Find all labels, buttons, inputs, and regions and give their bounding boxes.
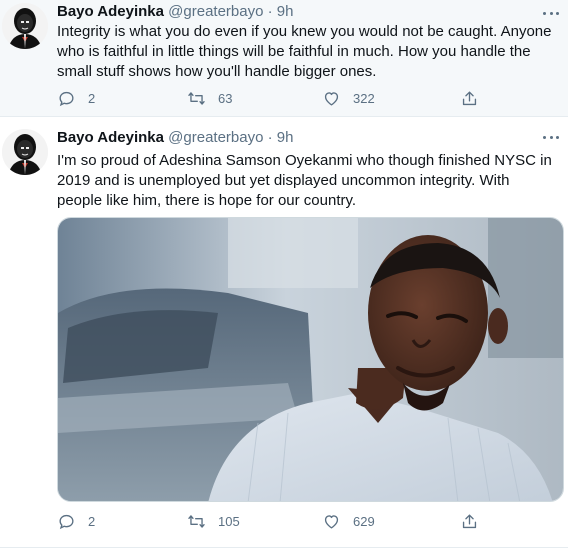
author-name[interactable]: Bayo Adeyinka [57,129,164,146]
tweet-2[interactable]: Bayo Adeyinka @greaterbayo · 9h I'm so p… [0,117,568,548]
tweet-text: I'm so proud of Adeshina Samson Oyekanmi… [57,152,552,209]
author-handle[interactable]: @greaterbayo [168,3,263,20]
like-count: 322 [353,91,375,106]
reply-icon [59,91,74,107]
reply-button[interactable]: 2 [57,89,95,108]
avatar[interactable] [2,129,48,175]
retweet-count: 105 [218,514,240,529]
reply-icon [59,514,74,530]
like-count: 629 [353,514,375,529]
timestamp[interactable]: 9h [277,3,294,20]
tweet-actions: 2 63 322 [57,89,497,109]
tweet-header: Bayo Adeyinka @greaterbayo · 9h [57,3,293,20]
timestamp[interactable]: 9h [277,129,294,146]
avatar[interactable] [2,3,48,49]
tweet-photo[interactable] [57,217,564,502]
more-icon[interactable] [542,6,560,20]
separator-dot: · [267,129,273,146]
tweet-text: Integrity is what you do even if you kne… [57,23,552,80]
heart-icon [324,92,339,106]
reply-count: 2 [88,91,96,106]
tweet-header: Bayo Adeyinka @greaterbayo · 9h [57,129,293,146]
share-button[interactable] [460,512,479,531]
retweet-button[interactable]: 105 [187,512,240,531]
more-icon[interactable] [542,130,560,144]
retweet-button[interactable]: 63 [187,89,232,108]
retweet-icon [188,92,205,105]
tweet-actions: 2 105 629 [57,512,497,532]
reply-button[interactable]: 2 [57,512,95,531]
share-icon [462,91,477,106]
heart-icon [324,515,339,529]
reply-count: 2 [88,514,96,529]
share-button[interactable] [460,89,479,108]
tweet-1[interactable]: Bayo Adeyinka @greaterbayo · 9h Integrit… [0,0,568,117]
retweet-icon [188,515,205,528]
share-icon [462,514,477,529]
author-name[interactable]: Bayo Adeyinka [57,3,164,20]
retweet-count: 63 [218,91,233,106]
author-handle[interactable]: @greaterbayo [168,129,263,146]
like-button[interactable]: 322 [322,89,375,108]
like-button[interactable]: 629 [322,512,375,531]
separator-dot: · [267,3,273,20]
